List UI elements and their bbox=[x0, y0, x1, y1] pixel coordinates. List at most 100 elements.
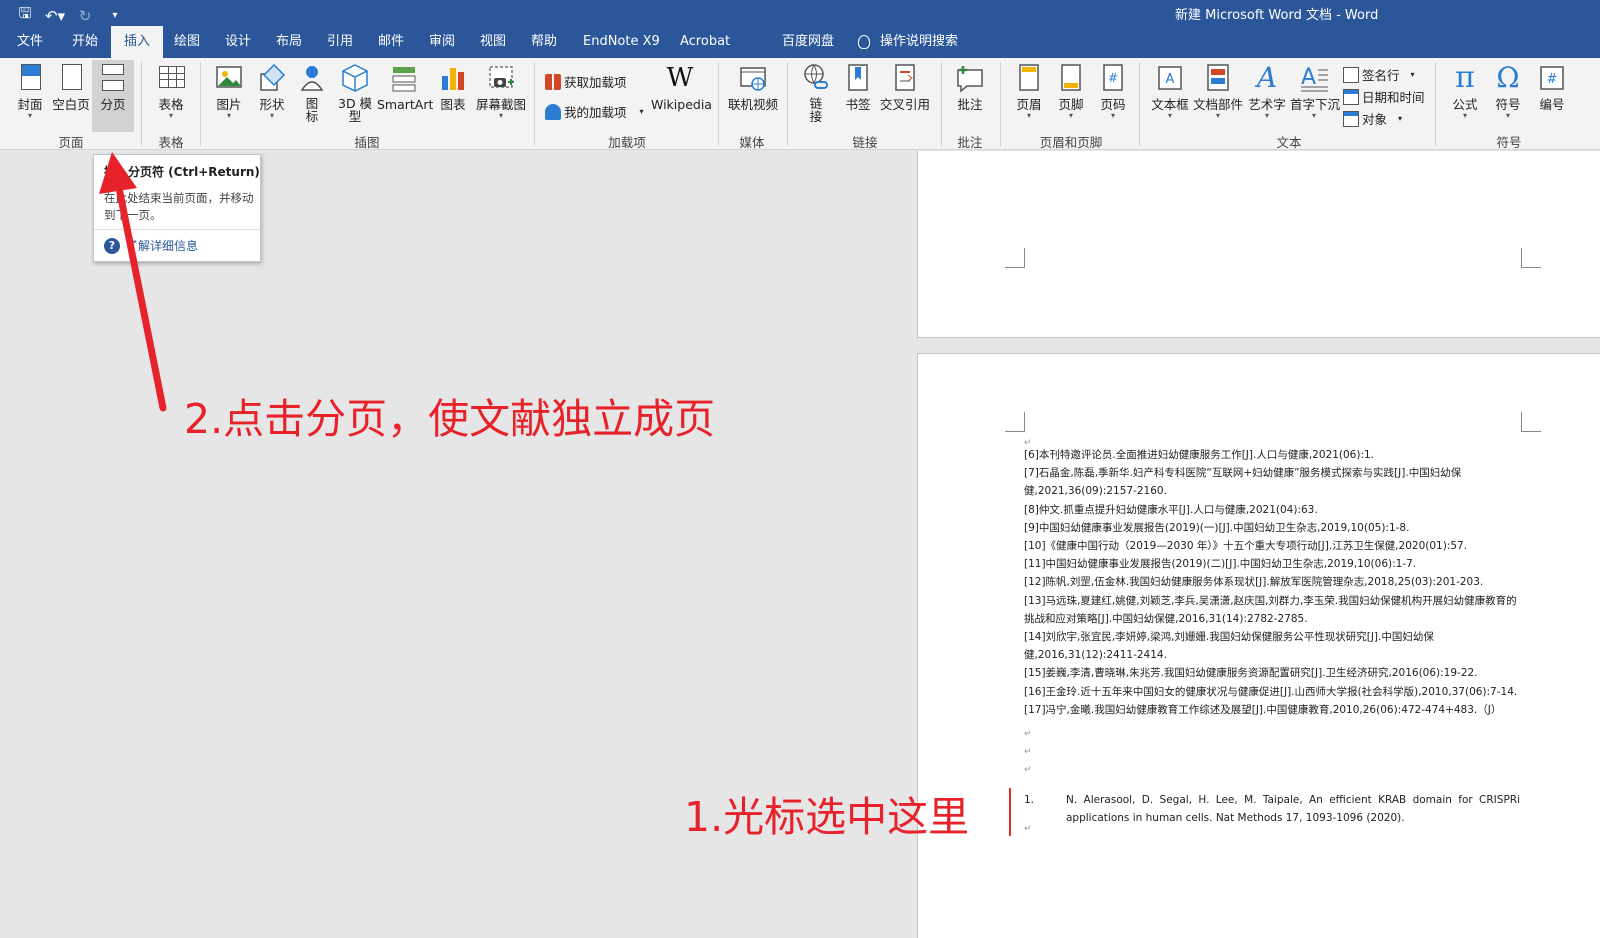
screenshot-button[interactable]: 屏幕截图 ▾ bbox=[475, 60, 527, 120]
reference-line[interactable]: [13]马远珠,夏建红,姚健,刘颖芝,李兵,吴潇潇,赵庆国,刘群力,李玉荣.我国… bbox=[1024, 592, 1520, 610]
bookmark-button[interactable]: 书签 bbox=[843, 60, 873, 112]
tab-review[interactable]: 审阅 bbox=[429, 26, 455, 58]
tell-me-search[interactable]: 操作说明搜索 bbox=[858, 26, 958, 58]
end-reference-text[interactable]: N. Alerasool, D. Segal, H. Lee, M. Taipa… bbox=[1066, 791, 1520, 827]
group-separator bbox=[787, 62, 788, 146]
redo-icon[interactable]: ↻ bbox=[74, 7, 96, 25]
reference-line[interactable]: 健,2021,36(09):2157-2160. bbox=[1024, 482, 1520, 500]
page-break-button[interactable]: 分页 bbox=[92, 60, 134, 132]
text-cursor-marker bbox=[1009, 788, 1011, 836]
wikipedia-button[interactable]: W Wikipedia bbox=[651, 60, 712, 112]
tab-file[interactable]: 文件 bbox=[17, 26, 43, 58]
chart-button[interactable]: 图表 bbox=[437, 60, 469, 112]
save-icon[interactable]: 🖫 bbox=[14, 3, 36, 28]
reference-line[interactable]: [9]中国妇幼健康事业发展报告(2019)(一)[J].中国妇幼卫生杂志,201… bbox=[1024, 519, 1520, 537]
reference-line[interactable]: [11]中国妇幼健康事业发展报告(2019)(二)[J].中国妇幼卫生杂志,20… bbox=[1024, 555, 1520, 573]
footer-button[interactable]: 页脚 ▾ bbox=[1055, 60, 1087, 120]
reference-line[interactable]: [14]刘欣宇,张宜民,李妍婷,梁鸿,刘姗姗.我国妇幼保健服务公平性现状研究[J… bbox=[1024, 628, 1520, 646]
reference-line[interactable]: [10]《健康中国行动（2019—2030 年）》十五个重大专项行动[J].江苏… bbox=[1024, 537, 1520, 555]
tab-acrobat[interactable]: Acrobat bbox=[680, 26, 730, 58]
reference-line[interactable]: [12]陈帆,刘罡,伍金林.我国妇幼健康服务体系现状[J].解放军医院管理杂志,… bbox=[1024, 573, 1520, 591]
page-break-label: 分页 bbox=[100, 97, 126, 112]
reference-line[interactable]: [8]仲文.抓重点提升妇幼健康水平[J].人口与健康,2021(04):63. bbox=[1024, 501, 1520, 519]
group-label-illustrations: 插图 bbox=[354, 135, 380, 150]
chart-label: 图表 bbox=[440, 97, 466, 112]
tab-layout[interactable]: 布局 bbox=[276, 26, 302, 58]
date-time-button[interactable]: 日期和时间 bbox=[1343, 87, 1425, 106]
store-icon bbox=[545, 73, 561, 90]
number-button[interactable]: # 编号 bbox=[1535, 60, 1569, 112]
reference-line[interactable]: 挑战和应对策略[J].中国妇幼保健,2016,31(14):2782-2785. bbox=[1024, 610, 1520, 628]
group-label-media: 媒体 bbox=[739, 135, 765, 150]
tab-mailings[interactable]: 邮件 bbox=[378, 26, 404, 58]
group-separator bbox=[1000, 62, 1001, 146]
tab-design[interactable]: 设计 bbox=[225, 26, 251, 58]
quick-parts-icon bbox=[1203, 62, 1233, 94]
shapes-button[interactable]: 形状 ▾ bbox=[256, 60, 288, 120]
group-separator bbox=[1435, 62, 1436, 146]
drop-cap-label: 首字下沉 bbox=[1290, 97, 1341, 112]
chevron-down-icon: ▾ bbox=[639, 107, 644, 116]
tab-view[interactable]: 视图 bbox=[480, 26, 506, 58]
chevron-down-icon: ▾ bbox=[1410, 70, 1415, 79]
tab-home[interactable]: 开始 bbox=[72, 26, 98, 58]
customize-icon[interactable]: ▾ bbox=[104, 10, 126, 21]
margin-corner-mark bbox=[1005, 248, 1025, 268]
header-button[interactable]: 页眉 ▾ bbox=[1013, 60, 1045, 120]
tab-draw[interactable]: 绘图 bbox=[174, 26, 200, 58]
text-box-button[interactable]: A 文本框 ▾ bbox=[1150, 60, 1190, 120]
tab-baidu[interactable]: 百度网盘 bbox=[782, 26, 834, 58]
comment-icon bbox=[955, 62, 985, 94]
page-number-button[interactable]: # 页码 ▾ bbox=[1097, 60, 1129, 120]
learn-more-link[interactable]: ? 了解详细信息 bbox=[104, 237, 198, 254]
tab-references[interactable]: 引用 bbox=[327, 26, 353, 58]
group-label-header-footer: 页眉和页脚 bbox=[1039, 135, 1103, 150]
my-addins-button[interactable]: 我的加载项 ▾ bbox=[545, 102, 644, 121]
wikipedia-label: Wikipedia bbox=[651, 97, 712, 112]
tab-insert[interactable]: 插入 bbox=[111, 26, 164, 58]
chevron-down-icon: ▾ bbox=[1167, 111, 1172, 120]
reference-list[interactable]: [6]本刊特邀评论员.全面推进妇幼健康服务工作[J].人口与健康,2021(06… bbox=[1024, 446, 1520, 719]
document-page[interactable]: ↵ [6]本刊特邀评论员.全面推进妇幼健康服务工作[J].人口与健康,2021(… bbox=[917, 353, 1600, 938]
group-label-links: 链接 bbox=[852, 135, 878, 150]
reference-line[interactable]: [15]姜巍,李清,曹晓琳,朱兆芳.我国妇幼健康服务资源配置研究[J].卫生经济… bbox=[1024, 664, 1520, 682]
icons-button[interactable]: 图 标 bbox=[297, 60, 327, 123]
document-page[interactable] bbox=[917, 151, 1600, 338]
picture-button[interactable]: 图片 ▾ bbox=[213, 60, 245, 120]
cover-page-button[interactable]: 封面 ▾ bbox=[14, 60, 46, 120]
symbol-button[interactable]: Ω 符号 ▾ bbox=[1491, 60, 1525, 120]
drop-cap-button[interactable]: A 首字下沉 ▾ bbox=[1290, 60, 1341, 120]
signature-line-button[interactable]: 签名行 ▾ bbox=[1343, 65, 1415, 84]
reference-line[interactable]: [17]冯宁,金曦.我国妇幼健康教育工作综述及展望[J].中国健康教育,2010… bbox=[1024, 701, 1520, 719]
smartart-button[interactable]: SmartArt bbox=[377, 60, 433, 112]
link-button[interactable]: 链 接 bbox=[801, 60, 831, 123]
blank-page-button[interactable]: 空白页 bbox=[51, 60, 91, 112]
group-separator bbox=[534, 62, 535, 146]
wordart-button[interactable]: A 艺术字 ▾ bbox=[1247, 60, 1287, 120]
tab-help[interactable]: 帮助 bbox=[531, 26, 557, 58]
signature-icon bbox=[1343, 66, 1359, 83]
reference-line[interactable]: [6]本刊特邀评论员.全面推进妇幼健康服务工作[J].人口与健康,2021(06… bbox=[1024, 446, 1520, 464]
object-button[interactable]: 对象 ▾ bbox=[1343, 109, 1402, 128]
reference-line[interactable]: [7]石晶金,陈磊,季新华.妇产科专科医院“互联网+妇幼健康”服务模式探索与实践… bbox=[1024, 464, 1520, 482]
paragraph-mark: ↵ bbox=[1024, 747, 1032, 757]
online-video-button[interactable]: 联机视频 bbox=[728, 60, 778, 112]
3d-model-button[interactable]: 3D 模 型 bbox=[338, 60, 372, 123]
comment-button[interactable]: 批注 bbox=[953, 60, 987, 112]
ribbon-tabs: 文件 开始 插入 绘图 设计 布局 引用 邮件 审阅 视图 帮助 EndNote… bbox=[0, 26, 1600, 58]
get-addins-button[interactable]: 获取加载项 bbox=[545, 72, 627, 91]
footer-icon bbox=[1056, 62, 1086, 94]
cross-reference-button[interactable]: 交叉引用 bbox=[880, 60, 930, 112]
tab-endnote[interactable]: EndNote X9 bbox=[583, 26, 660, 58]
quick-parts-button[interactable]: 文档部件 ▾ bbox=[1193, 60, 1243, 120]
get-addins-label: 获取加载项 bbox=[564, 75, 627, 90]
cover-page-icon bbox=[15, 62, 45, 94]
cover-page-label: 封面 bbox=[17, 97, 43, 112]
icons-icon bbox=[297, 62, 327, 94]
reference-line[interactable]: [16]王金玲.近十五年来中国妇女的健康状况与健康促进[J].山西师大学报(社会… bbox=[1024, 683, 1520, 701]
reference-line[interactable]: 健,2016,31(12):2411-2414. bbox=[1024, 646, 1520, 664]
blank-page-icon bbox=[56, 62, 86, 94]
undo-icon[interactable]: ↶▾ bbox=[44, 7, 66, 25]
table-button[interactable]: 表格 ▾ bbox=[153, 60, 189, 120]
equation-button[interactable]: π 公式 ▾ bbox=[1448, 60, 1482, 120]
